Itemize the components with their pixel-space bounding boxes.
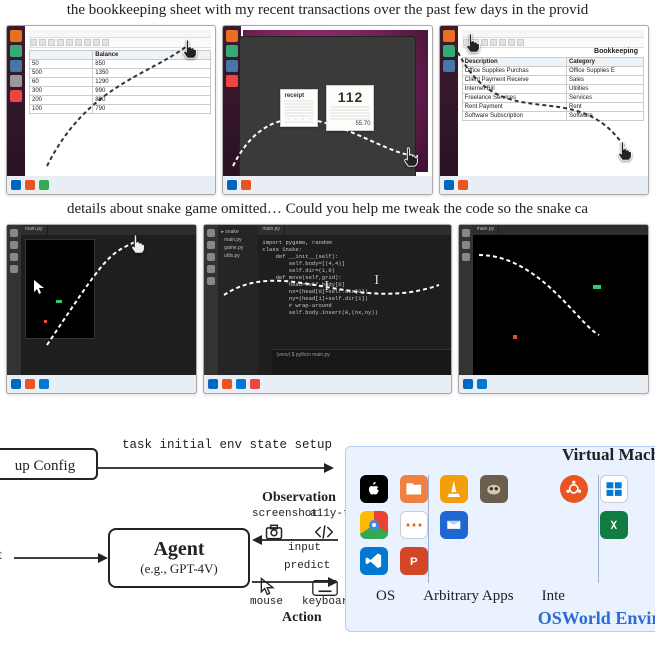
vm-section-labels: OS Arbitrary Apps Inte (376, 588, 565, 605)
label-action: Action (282, 610, 322, 626)
ledger-title: Bookkeeping (462, 48, 644, 55)
label-task-setup: task initial env state setup (122, 438, 332, 452)
vscode-window[interactable]: main.py (7, 225, 196, 375)
architecture-diagram: up Config put task initial env state set… (0, 430, 655, 655)
file-explorer[interactable]: ▸ snake main.py game.py utils.py (218, 225, 258, 375)
label-apps: Arbitrary Apps (423, 588, 513, 605)
screenshot-game-after: main.py (458, 224, 649, 394)
caption-task1: the bookkeeping sheet with my recent tra… (0, 0, 655, 21)
spreadsheet-app[interactable]: Balance 50850 5001350 601290 300990 2008… (29, 30, 211, 172)
taskbar[interactable] (204, 375, 450, 393)
powerpoint-icon: P (400, 547, 428, 575)
agent-box: Agent (e.g., GPT-4V) (108, 528, 250, 588)
taskbar[interactable] (440, 176, 648, 194)
input-label: put (0, 548, 2, 564)
taskbar[interactable] (7, 176, 215, 194)
taskbar[interactable] (223, 176, 431, 194)
col-balance: Balance (93, 51, 211, 60)
screenshot-game-before: main.py (6, 224, 197, 394)
vlc-icon (440, 475, 468, 503)
arrow-setup (98, 458, 336, 478)
text-cursor-icon: I (324, 279, 329, 295)
screenshot-code-editing: ▸ snake main.py game.py utils.py main.py… (203, 224, 451, 394)
receipt-right: 112 55.70 (326, 85, 374, 131)
camera-icon (264, 522, 284, 542)
thunderbird-icon (440, 511, 468, 539)
editor-tabs[interactable]: main.py (21, 225, 196, 235)
svg-text:P: P (410, 556, 418, 568)
caption-task2: details about snake game omitted… Could … (0, 199, 655, 220)
screenshot-receipt-viewer: receipt 112 55.70 (222, 25, 432, 195)
label-internet: Inte (542, 588, 565, 605)
game-window[interactable] (25, 239, 95, 339)
label-predict: predict (284, 560, 330, 572)
balance-table[interactable]: Balance 50850 5001350 601290 300990 2008… (29, 50, 211, 114)
cursor-arrow-icon (34, 280, 48, 294)
label-mouse: mouse (250, 596, 283, 608)
vscode-window[interactable]: ▸ snake main.py game.py utils.py main.py… (204, 225, 450, 375)
activity-bar[interactable] (204, 225, 218, 375)
ubuntu-launcher (440, 26, 458, 176)
code-icon (314, 522, 334, 542)
text-cursor-icon: I (374, 273, 379, 289)
taskbar[interactable] (7, 375, 196, 393)
image-viewer-window[interactable]: receipt 112 55.70 (239, 36, 415, 180)
virtual-machine-panel: Virtual Mach ⋯ P OS Arbitrary Apps Inte … (345, 446, 655, 632)
chrome-icon (360, 511, 388, 539)
receipt-title: receipt (284, 93, 314, 99)
terminal-panel[interactable]: (venv) $ python main.py (272, 349, 450, 375)
editor-tabs[interactable]: main.py (258, 225, 450, 235)
config-box: up Config (0, 448, 98, 480)
taskbar[interactable] (459, 375, 648, 393)
more-apps-icon: ⋯ (400, 511, 428, 539)
apple-logo-icon (360, 475, 388, 503)
osworld-brand: OSWorld Enviro (538, 608, 655, 629)
excel-icon (600, 511, 628, 539)
editor-tabs[interactable]: main.py (473, 225, 648, 235)
label-observation: Observation (262, 490, 336, 506)
keyboard-icon (312, 578, 338, 598)
files-icon (400, 475, 428, 503)
vscode-icon (360, 547, 388, 575)
row-bookkeeping: Balance 50850 5001350 601290 300990 2008… (0, 21, 655, 199)
vm-icons: ⋯ P (360, 475, 655, 575)
gimp-icon (480, 475, 508, 503)
arrow-input (14, 550, 110, 566)
toolbar[interactable] (462, 38, 644, 48)
ledger-table[interactable]: DescriptionCategory Office Supplies Purc… (462, 57, 644, 121)
receipt-number: 112 (330, 89, 370, 105)
activity-bar[interactable] (7, 225, 21, 375)
agent-title: Agent (110, 538, 248, 561)
screenshot-spreadsheet-ledger: Bookkeeping DescriptionCategory Office S… (439, 25, 649, 195)
agent-subtitle: (e.g., GPT-4V) (110, 561, 248, 577)
receipt-left: receipt (280, 89, 318, 127)
mouse-cursor-icon (258, 576, 278, 596)
screenshot-spreadsheet-balance: Balance 50850 5001350 601290 300990 2008… (6, 25, 216, 195)
vscode-window[interactable]: main.py (459, 225, 648, 375)
toolbar[interactable] (29, 38, 211, 48)
ubuntu-logo-icon (560, 475, 588, 503)
windows-logo-icon (600, 475, 628, 503)
label-input-small: input (288, 542, 321, 554)
row-snake-game: main.py (0, 220, 655, 398)
label-screenshot: screenshot (252, 508, 318, 520)
vm-title: Virtual Mach (562, 445, 655, 465)
spreadsheet-app[interactable]: Bookkeeping DescriptionCategory Office S… (462, 30, 644, 172)
label-os: OS (376, 588, 395, 605)
ubuntu-launcher (7, 26, 25, 176)
activity-bar[interactable] (459, 225, 473, 375)
